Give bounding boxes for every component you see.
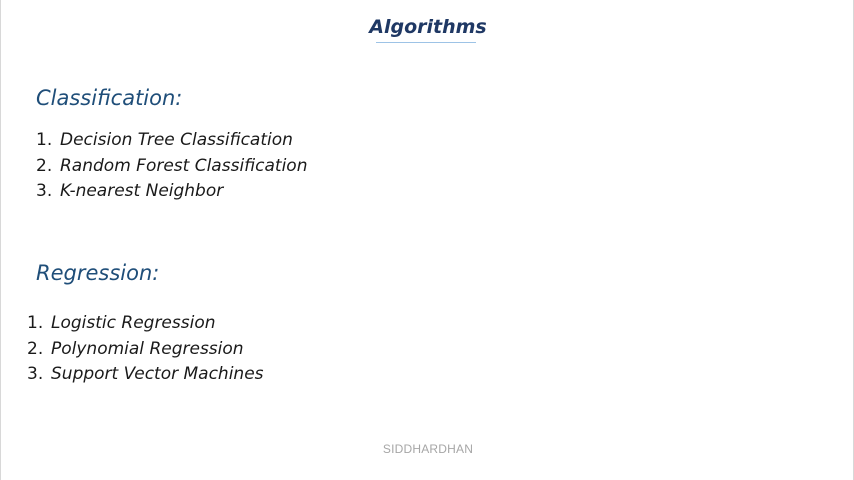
list-item: 1. Logistic Regression bbox=[27, 311, 264, 337]
classification-list: 1. Decision Tree Classification 2. Random … bbox=[36, 128, 307, 205]
slide-title: Algorithms bbox=[369, 16, 487, 38]
list-item-number: 3. bbox=[27, 364, 44, 384]
regression-heading: Regression: bbox=[36, 261, 160, 285]
list-item: 2. Polynomial Regression bbox=[27, 337, 264, 363]
list-item-number: 1. bbox=[36, 130, 53, 150]
footer-watermark: SIDDHARDHAN bbox=[382, 442, 474, 456]
list-item-label: Polynomial Regression bbox=[51, 338, 244, 359]
list-item: 1. Decision Tree Classification bbox=[36, 128, 307, 154]
list-item-number: 2. bbox=[36, 155, 53, 176]
list-item-number: 2. bbox=[27, 338, 44, 359]
classification-heading: Classification: bbox=[36, 86, 183, 110]
title-underline bbox=[376, 42, 476, 43]
list-item: 3. Support Vector Machines bbox=[27, 362, 264, 388]
list-item-number: 1. bbox=[27, 313, 44, 333]
list-item-label: Support Vector Machines bbox=[51, 364, 264, 384]
list-item: 3. K-nearest Neighbor bbox=[36, 179, 307, 205]
list-item-label: Decision Tree Classification bbox=[60, 130, 293, 150]
regression-list: 1. Logistic Regression 2. Polynomial Regre… bbox=[27, 311, 264, 388]
list-item-label: K-nearest Neighbor bbox=[60, 181, 224, 201]
list-item: 2. Random Forest Classification bbox=[36, 154, 307, 180]
list-item-label: Logistic Regression bbox=[51, 313, 216, 333]
slide: Algorithms Classification: 1. Decision Tr… bbox=[0, 0, 854, 480]
list-item-label: Random Forest Classification bbox=[60, 155, 308, 176]
list-item-number: 3. bbox=[36, 181, 53, 201]
